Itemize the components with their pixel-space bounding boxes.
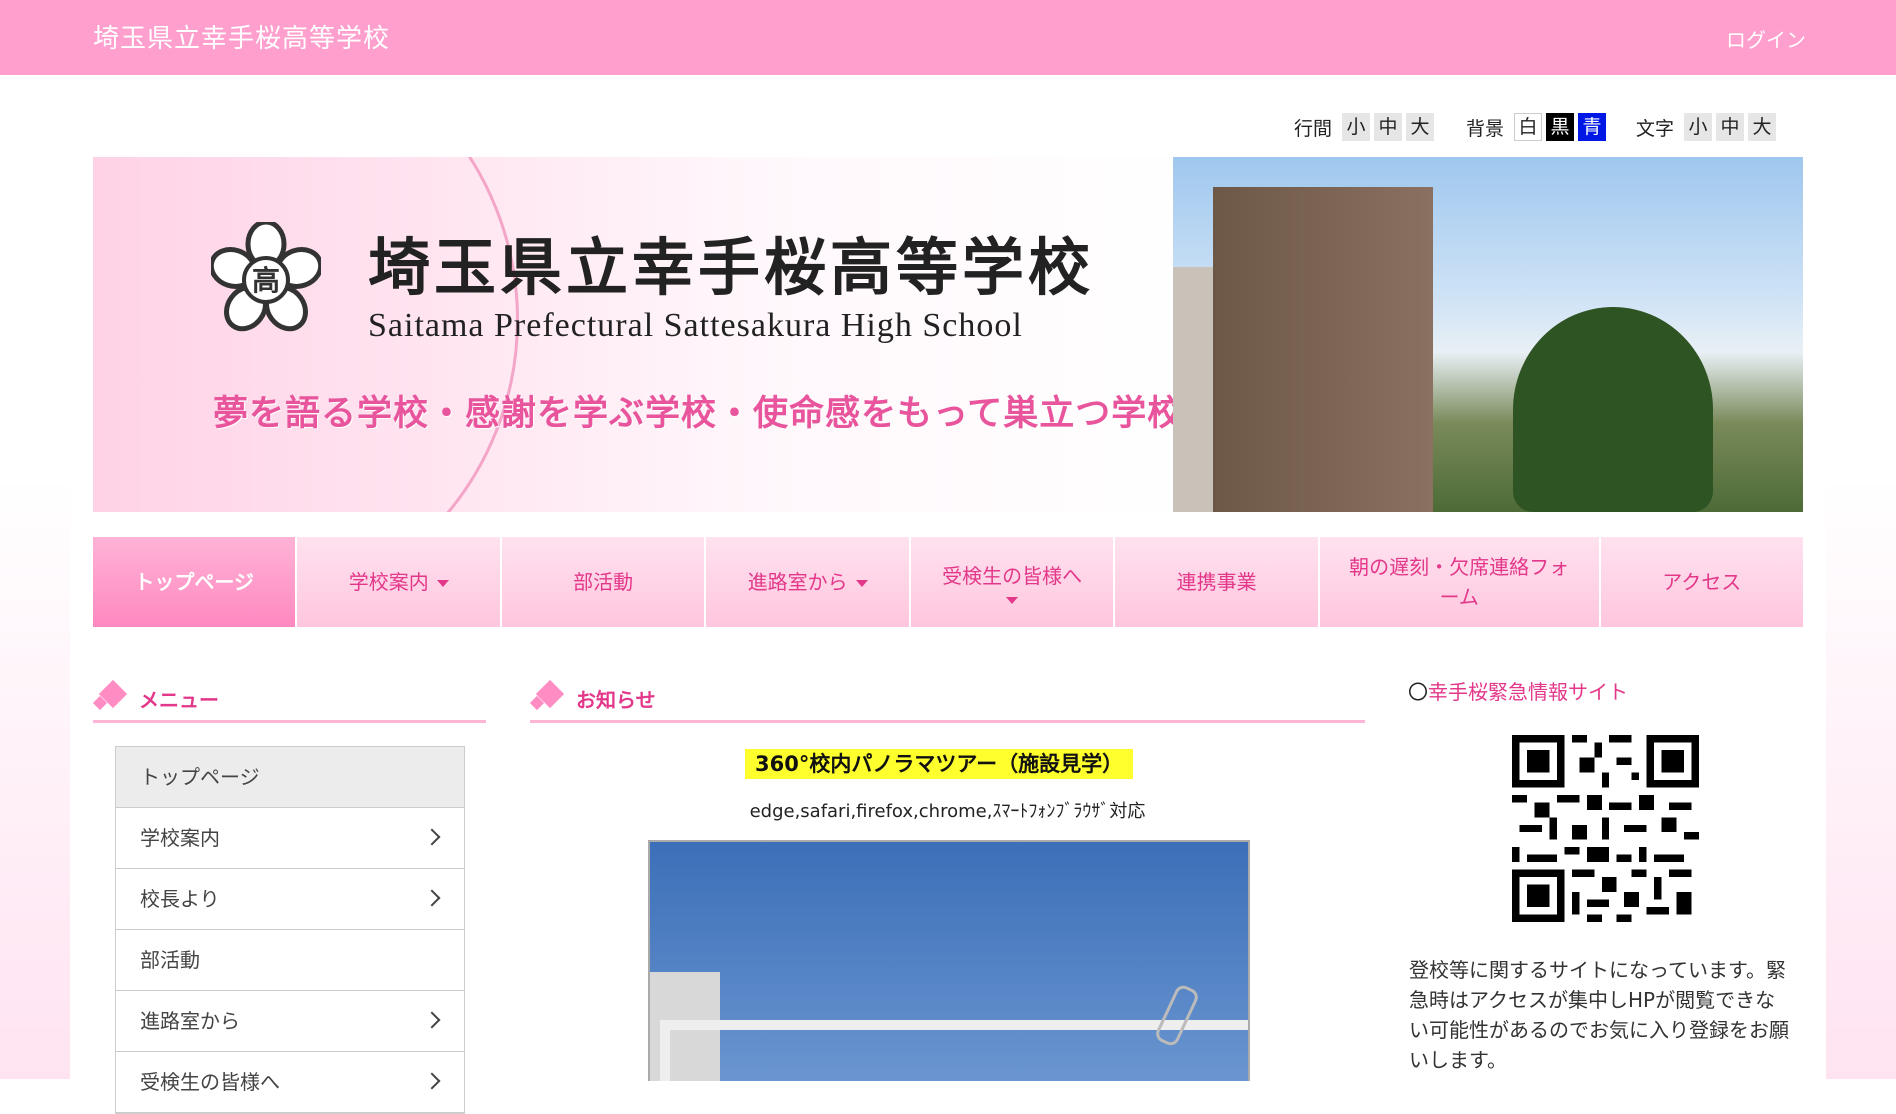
emergency-site-link-text: 幸手桜緊急情報サイト [1428, 680, 1628, 704]
menu-heading-text: メニュー [139, 688, 219, 712]
nav-school-info[interactable]: 学校案内 [297, 537, 502, 627]
text-size-large-button[interactable]: 大 [1748, 113, 1777, 141]
line-spacing-medium-button[interactable]: 中 [1374, 113, 1403, 141]
line-spacing-large-button[interactable]: 大 [1406, 113, 1435, 141]
nav-absence-form[interactable]: 朝の遅刻・欠席連絡フォーム [1319, 537, 1601, 627]
text-size-label: 文字 [1636, 117, 1675, 140]
panorama-photo[interactable] [648, 840, 1250, 1081]
banner-title-en: Saitama Prefectural Sattesakura High Sch… [368, 307, 1023, 344]
nav-access[interactable]: アクセス [1600, 537, 1803, 627]
caret-down-icon [1006, 596, 1019, 604]
menu-item-applicants[interactable]: 受検生の皆様へ [116, 1052, 464, 1113]
nav-career-office[interactable]: 進路室から [706, 537, 911, 627]
menu-item-top-page[interactable]: トップページ [116, 747, 464, 808]
news-heading: お知らせ [529, 679, 1365, 723]
login-link[interactable]: ログイン [1726, 24, 1806, 53]
pine-tree [1513, 307, 1713, 512]
nav-club-activities-label: 部活動 [573, 570, 634, 594]
menu-item-label: 校長より [140, 887, 220, 911]
text-size-small-button[interactable]: 小 [1684, 113, 1713, 141]
nav-applicants[interactable]: 受検生の皆様へ [910, 537, 1116, 627]
nav-applicants-label: 受検生の皆様へ [942, 563, 1083, 588]
chevron-right-icon [423, 828, 441, 846]
line-spacing-label: 行間 [1294, 117, 1333, 140]
banner-motto: 夢を語る学校・感謝を学ぶ学校・使命感をもって巣立つ学校 [213, 393, 1184, 434]
nav-school-info-label: 学校案内 [348, 570, 429, 594]
background-controls: 背景 白 黒 青 [1466, 111, 1610, 143]
menu-item-label: 進路室から [140, 1009, 240, 1033]
qr-code-icon[interactable] [1512, 735, 1699, 922]
nav-access-label: アクセス [1662, 570, 1742, 594]
news-title-link[interactable]: 360°校内パノラマツアー（施設見学） [745, 749, 1134, 779]
menu-item-school-info[interactable]: 学校案内 [116, 808, 464, 869]
menu-item-label: 部活動 [140, 948, 200, 972]
header-bar: 埼玉県立幸手桜高等学校 ログイン [0, 0, 1896, 75]
line-spacing-controls: 行間 小 中 大 [1294, 111, 1438, 143]
caret-down-icon [436, 580, 449, 587]
school-crest-icon: 高 [211, 222, 321, 332]
crest-text: 高 [252, 264, 280, 297]
chevron-right-icon [423, 1011, 441, 1029]
menu-item-club-activities[interactable]: 部活動 [116, 930, 464, 991]
global-nav: トップページ 学校案内 部活動 進路室から 受検生の皆様へ 連携事業 朝の遅刻・… [93, 537, 1803, 627]
banner-title-jp: 埼玉県立幸手桜高等学校 [368, 231, 1095, 304]
emergency-site-link[interactable]: 〇幸手桜緊急情報サイト [1408, 676, 1628, 705]
menu-item-label: 受検生の皆様へ [140, 1070, 280, 1094]
line-spacing-small-button[interactable]: 小 [1342, 113, 1371, 141]
circle-mark: 〇 [1408, 680, 1428, 704]
site-title[interactable]: 埼玉県立幸手桜高等学校 [93, 18, 390, 55]
nav-partnership-label: 連携事業 [1176, 570, 1257, 594]
menu-heading: メニュー [92, 679, 486, 723]
menu-item-career-office[interactable]: 進路室から [116, 991, 464, 1052]
background-black-button[interactable]: 黒 [1546, 113, 1575, 141]
chevron-right-icon [423, 889, 441, 907]
text-size-medium-button[interactable]: 中 [1716, 113, 1745, 141]
school-building-photo [1173, 157, 1803, 512]
nav-absence-form-label: 朝の遅刻・欠席連絡フォーム [1349, 555, 1570, 609]
text-size-controls: 文字 小 中 大 [1636, 111, 1780, 143]
side-menu: トップページ 学校案内 校長より 部活動 進路室から 受検生の皆様へ [115, 746, 465, 1114]
menu-item-label: 学校案内 [140, 826, 220, 850]
background-blue-button[interactable]: 青 [1578, 113, 1607, 141]
chevron-right-icon [423, 1072, 441, 1090]
news-subtitle: edge,safari,firefox,chrome,ｽﾏｰﾄﾌｫﾝﾌﾞﾗｳｻﾞ… [749, 801, 1146, 822]
nav-partnership[interactable]: 連携事業 [1115, 537, 1320, 627]
emergency-site-description: 登校等に関するサイトになっています。緊急時はアクセスが集中しHPが閲覧できない可… [1409, 958, 1789, 1072]
caret-down-icon [855, 580, 868, 587]
header-banner: 高 埼玉県立幸手桜高等学校 Saitama Prefectural Sattes… [93, 157, 1803, 512]
nav-club-activities[interactable]: 部活動 [501, 537, 707, 627]
news-heading-text: お知らせ [576, 688, 656, 712]
nav-top-page-label: トップページ [134, 570, 255, 594]
nav-career-office-label: 進路室から [747, 570, 848, 594]
menu-item-label: トップページ [140, 765, 260, 789]
background-label: 背景 [1466, 117, 1505, 140]
background-white-button[interactable]: 白 [1514, 113, 1543, 141]
nav-top-page[interactable]: トップページ [93, 537, 298, 627]
school-building [1213, 187, 1433, 512]
menu-item-principal[interactable]: 校長より [116, 869, 464, 930]
